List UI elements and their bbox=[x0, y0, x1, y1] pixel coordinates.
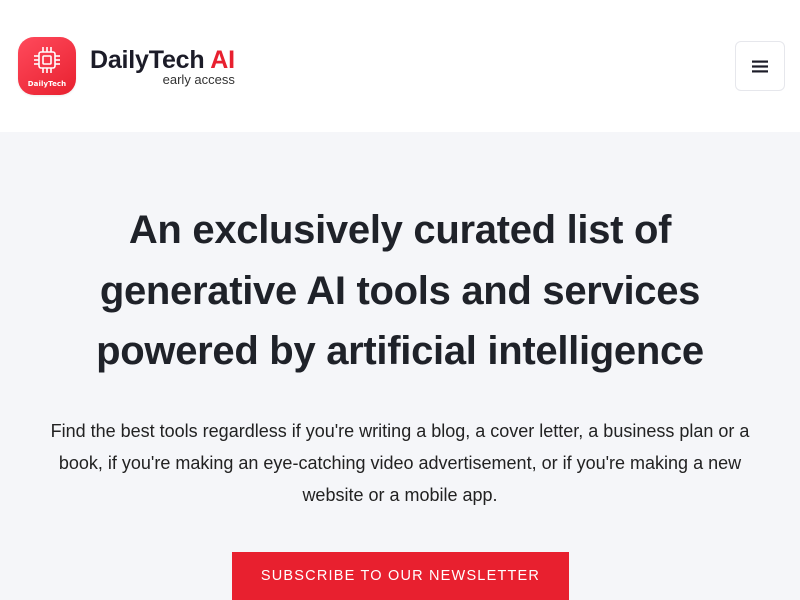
site-header: DailyTech DailyTech AI early access bbox=[0, 0, 800, 132]
logo-badge-text: DailyTech bbox=[27, 80, 67, 88]
logo-badge: DailyTech bbox=[18, 37, 76, 95]
brand: DailyTech AI early access bbox=[90, 46, 235, 87]
brand-tagline: early access bbox=[162, 71, 235, 87]
hero-title: An exclusively curated list of generativ… bbox=[96, 208, 704, 373]
menu-toggle-button[interactable] bbox=[735, 41, 785, 91]
brand-name-accent: AI bbox=[210, 45, 235, 74]
hero-section: An exclusively curated list of generativ… bbox=[0, 132, 800, 600]
chip-icon bbox=[34, 47, 60, 73]
brand-name: DailyTech AI bbox=[90, 46, 235, 74]
brand-name-main: DailyTech bbox=[90, 45, 205, 74]
home-logo-link[interactable]: DailyTech DailyTech AI early access bbox=[18, 37, 235, 95]
hero-description: Find the best tools regardless if you're… bbox=[50, 421, 750, 505]
hamburger-menu-icon bbox=[752, 60, 768, 72]
subscribe-newsletter-button[interactable]: Subscribe to our newsletter bbox=[232, 552, 569, 600]
